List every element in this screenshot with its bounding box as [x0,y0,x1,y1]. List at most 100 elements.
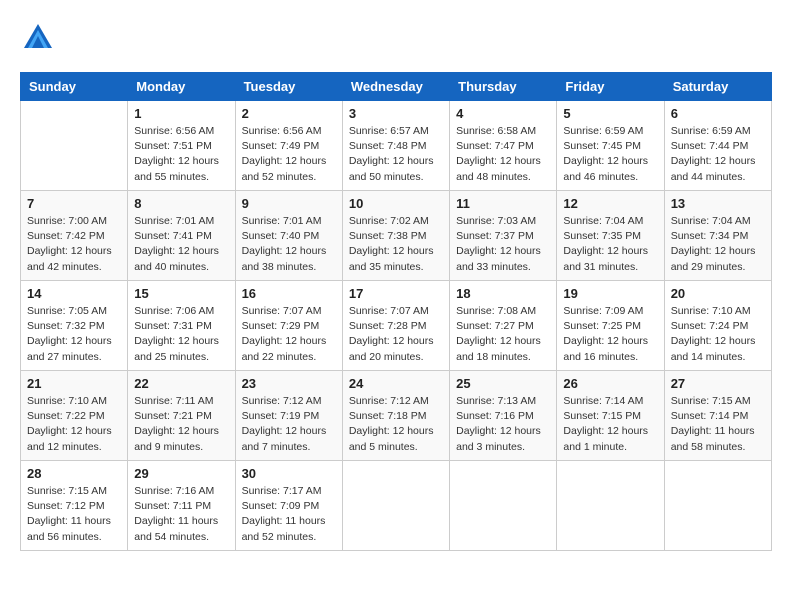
day-number: 24 [349,376,443,391]
day-info: Sunrise: 6:58 AM Sunset: 7:47 PM Dayligh… [456,124,550,185]
day-number: 10 [349,196,443,211]
day-info: Sunrise: 7:06 AM Sunset: 7:31 PM Dayligh… [134,304,228,365]
day-header-monday: Monday [128,73,235,101]
day-number: 11 [456,196,550,211]
day-header-friday: Friday [557,73,664,101]
day-info: Sunrise: 7:14 AM Sunset: 7:15 PM Dayligh… [563,394,657,455]
day-header-tuesday: Tuesday [235,73,342,101]
day-info: Sunrise: 7:11 AM Sunset: 7:21 PM Dayligh… [134,394,228,455]
calendar-cell: 10 Sunrise: 7:02 AM Sunset: 7:38 PM Dayli… [342,191,449,281]
day-info: Sunrise: 7:10 AM Sunset: 7:22 PM Dayligh… [27,394,121,455]
day-info: Sunrise: 7:16 AM Sunset: 7:11 PM Dayligh… [134,484,228,545]
logo-icon [20,20,56,56]
calendar-cell: 9 Sunrise: 7:01 AM Sunset: 7:40 PM Daylig… [235,191,342,281]
week-row-3: 14 Sunrise: 7:05 AM Sunset: 7:32 PM Dayli… [21,281,772,371]
day-header-saturday: Saturday [664,73,771,101]
calendar-cell: 8 Sunrise: 7:01 AM Sunset: 7:41 PM Daylig… [128,191,235,281]
day-number: 5 [563,106,657,121]
day-info: Sunrise: 7:01 AM Sunset: 7:40 PM Dayligh… [242,214,336,275]
calendar-cell: 20 Sunrise: 7:10 AM Sunset: 7:24 PM Dayli… [664,281,771,371]
logo [20,20,60,56]
day-info: Sunrise: 6:56 AM Sunset: 7:49 PM Dayligh… [242,124,336,185]
calendar-cell [342,461,449,551]
day-number: 7 [27,196,121,211]
calendar-cell: 15 Sunrise: 7:06 AM Sunset: 7:31 PM Dayli… [128,281,235,371]
day-header-thursday: Thursday [450,73,557,101]
calendar-cell [664,461,771,551]
calendar-cell: 7 Sunrise: 7:00 AM Sunset: 7:42 PM Daylig… [21,191,128,281]
day-info: Sunrise: 6:59 AM Sunset: 7:45 PM Dayligh… [563,124,657,185]
day-info: Sunrise: 7:07 AM Sunset: 7:29 PM Dayligh… [242,304,336,365]
day-info: Sunrise: 7:10 AM Sunset: 7:24 PM Dayligh… [671,304,765,365]
calendar-cell: 2 Sunrise: 6:56 AM Sunset: 7:49 PM Daylig… [235,101,342,191]
calendar-cell: 4 Sunrise: 6:58 AM Sunset: 7:47 PM Daylig… [450,101,557,191]
day-info: Sunrise: 7:12 AM Sunset: 7:18 PM Dayligh… [349,394,443,455]
calendar-cell [450,461,557,551]
day-number: 15 [134,286,228,301]
calendar-cell: 18 Sunrise: 7:08 AM Sunset: 7:27 PM Dayli… [450,281,557,371]
calendar-body: 1 Sunrise: 6:56 AM Sunset: 7:51 PM Daylig… [21,101,772,551]
day-number: 16 [242,286,336,301]
calendar-cell [21,101,128,191]
calendar-cell: 13Sunrise: 7:04 AM Sunset: 7:34 PM Dayli… [664,191,771,281]
day-number: 20 [671,286,765,301]
day-number: 12 [563,196,657,211]
week-row-4: 21 Sunrise: 7:10 AM Sunset: 7:22 PM Dayli… [21,371,772,461]
day-number: 18 [456,286,550,301]
day-number: 4 [456,106,550,121]
calendar-cell: 28 Sunrise: 7:15 AM Sunset: 7:12 PM Dayli… [21,461,128,551]
calendar-cell: 29Sunrise: 7:16 AM Sunset: 7:11 PM Dayli… [128,461,235,551]
calendar-cell: 16 Sunrise: 7:07 AM Sunset: 7:29 PM Dayli… [235,281,342,371]
day-info: Sunrise: 7:12 AM Sunset: 7:19 PM Dayligh… [242,394,336,455]
day-number: 6 [671,106,765,121]
day-number: 14 [27,286,121,301]
day-info: Sunrise: 7:07 AM Sunset: 7:28 PM Dayligh… [349,304,443,365]
calendar-cell: 17Sunrise: 7:07 AM Sunset: 7:28 PM Dayli… [342,281,449,371]
day-number: 2 [242,106,336,121]
week-row-2: 7 Sunrise: 7:00 AM Sunset: 7:42 PM Daylig… [21,191,772,281]
day-info: Sunrise: 7:04 AM Sunset: 7:35 PM Dayligh… [563,214,657,275]
day-number: 19 [563,286,657,301]
calendar-cell: 25 Sunrise: 7:13 AM Sunset: 7:16 PM Dayli… [450,371,557,461]
week-row-1: 1 Sunrise: 6:56 AM Sunset: 7:51 PM Daylig… [21,101,772,191]
day-info: Sunrise: 7:01 AM Sunset: 7:41 PM Dayligh… [134,214,228,275]
day-number: 26 [563,376,657,391]
calendar-cell: 27 Sunrise: 7:15 AM Sunset: 7:14 PM Dayli… [664,371,771,461]
day-number: 3 [349,106,443,121]
header [20,20,772,56]
day-number: 25 [456,376,550,391]
calendar-header-row: SundayMondayTuesdayWednesdayThursdayFrid… [21,73,772,101]
day-info: Sunrise: 7:05 AM Sunset: 7:32 PM Dayligh… [27,304,121,365]
calendar-cell [557,461,664,551]
day-number: 1 [134,106,228,121]
day-info: Sunrise: 7:17 AM Sunset: 7:09 PM Dayligh… [242,484,336,545]
day-number: 9 [242,196,336,211]
day-info: Sunrise: 7:08 AM Sunset: 7:27 PM Dayligh… [456,304,550,365]
calendar-cell: 30 Sunrise: 7:17 AM Sunset: 7:09 PM Dayli… [235,461,342,551]
calendar-cell: 19Sunrise: 7:09 AM Sunset: 7:25 PM Dayli… [557,281,664,371]
day-number: 30 [242,466,336,481]
calendar-cell: 5 Sunrise: 6:59 AM Sunset: 7:45 PM Daylig… [557,101,664,191]
week-row-5: 28 Sunrise: 7:15 AM Sunset: 7:12 PM Dayli… [21,461,772,551]
day-number: 28 [27,466,121,481]
day-number: 27 [671,376,765,391]
day-info: Sunrise: 7:15 AM Sunset: 7:14 PM Dayligh… [671,394,765,455]
day-number: 8 [134,196,228,211]
day-info: Sunrise: 7:02 AM Sunset: 7:38 PM Dayligh… [349,214,443,275]
day-info: Sunrise: 6:59 AM Sunset: 7:44 PM Dayligh… [671,124,765,185]
day-info: Sunrise: 7:15 AM Sunset: 7:12 PM Dayligh… [27,484,121,545]
calendar-table: SundayMondayTuesdayWednesdayThursdayFrid… [20,72,772,551]
calendar-cell: 1 Sunrise: 6:56 AM Sunset: 7:51 PM Daylig… [128,101,235,191]
calendar-cell: 3 Sunrise: 6:57 AM Sunset: 7:48 PM Daylig… [342,101,449,191]
calendar-cell: 6 Sunrise: 6:59 AM Sunset: 7:44 PM Daylig… [664,101,771,191]
day-number: 21 [27,376,121,391]
day-info: Sunrise: 6:56 AM Sunset: 7:51 PM Dayligh… [134,124,228,185]
calendar-cell: 23Sunrise: 7:12 AM Sunset: 7:19 PM Dayli… [235,371,342,461]
day-info: Sunrise: 7:13 AM Sunset: 7:16 PM Dayligh… [456,394,550,455]
day-info: Sunrise: 7:00 AM Sunset: 7:42 PM Dayligh… [27,214,121,275]
calendar-cell: 24 Sunrise: 7:12 AM Sunset: 7:18 PM Dayli… [342,371,449,461]
day-header-sunday: Sunday [21,73,128,101]
day-number: 22 [134,376,228,391]
day-info: Sunrise: 6:57 AM Sunset: 7:48 PM Dayligh… [349,124,443,185]
calendar-cell: 12 Sunrise: 7:04 AM Sunset: 7:35 PM Dayli… [557,191,664,281]
